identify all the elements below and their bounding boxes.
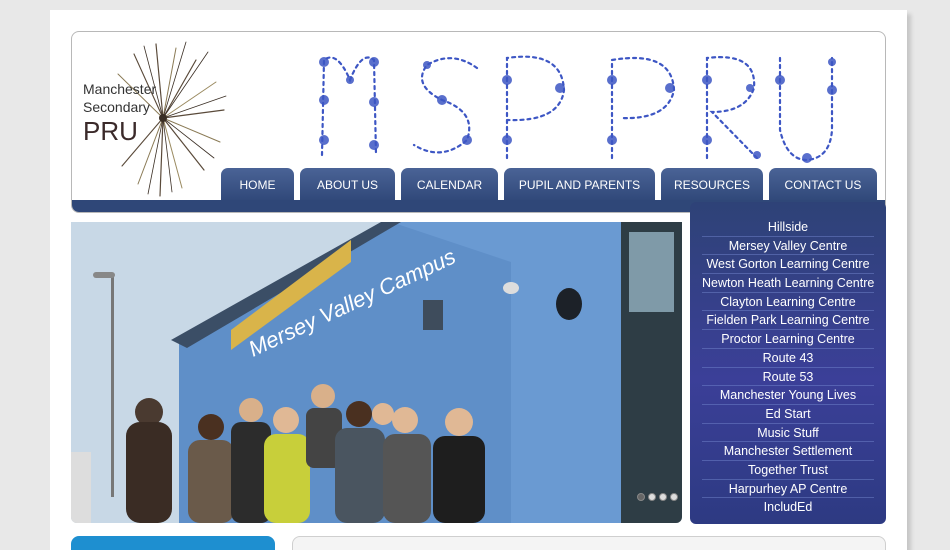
- sidebar-item-music-stuff[interactable]: Music Stuff: [702, 424, 874, 443]
- sidebar-item-manchester-settlement[interactable]: Manchester Settlement: [702, 442, 874, 461]
- sidebar-item-route-53[interactable]: Route 53: [702, 368, 874, 387]
- nav-home[interactable]: HOME: [221, 168, 294, 202]
- site-logo[interactable]: Manchester Secondary PRU: [78, 38, 228, 198]
- sidebar-item-mersey-valley[interactable]: Mersey Valley Centre: [702, 237, 874, 256]
- sidebar-item-together-trust[interactable]: Together Trust: [702, 461, 874, 480]
- sidebar-item-hillside[interactable]: Hillside: [702, 218, 874, 237]
- bottom-left-panel: [71, 536, 275, 550]
- logo-text-pru: PRU: [83, 116, 138, 146]
- nav-resources[interactable]: RESOURCES: [661, 168, 763, 202]
- logo-text-secondary: Secondary: [83, 99, 150, 115]
- sidebar-item-newton-heath[interactable]: Newton Heath Learning Centre: [702, 274, 874, 293]
- centres-sidebar: Hillside Mersey Valley Centre West Gorto…: [690, 202, 886, 524]
- nav-contact-us[interactable]: CONTACT US: [769, 168, 877, 202]
- banner-doodle-title: [302, 40, 842, 165]
- slide-dot-2[interactable]: [648, 493, 656, 501]
- logo-text-manchester: Manchester: [83, 81, 157, 97]
- sidebar-item-included[interactable]: IncludEd: [702, 498, 874, 517]
- doodle-letters-graphic: [319, 55, 837, 163]
- hero-photo: Mersey Valley Campus: [71, 222, 682, 523]
- sidebar-item-ed-start[interactable]: Ed Start: [702, 405, 874, 424]
- slide-dot-1[interactable]: [637, 493, 645, 501]
- sidebar-item-route-43[interactable]: Route 43: [702, 349, 874, 368]
- slide-dot-4[interactable]: [670, 493, 678, 501]
- sidebar-item-proctor[interactable]: Proctor Learning Centre: [702, 330, 874, 349]
- hero-slideshow[interactable]: Mersey Valley Campus: [71, 222, 682, 523]
- sidebar-item-clayton[interactable]: Clayton Learning Centre: [702, 293, 874, 312]
- sidebar-item-west-gorton[interactable]: West Gorton Learning Centre: [702, 255, 874, 275]
- sidebar-item-fielden-park[interactable]: Fielden Park Learning Centre: [702, 311, 874, 331]
- sidebar-item-manchester-young-lives[interactable]: Manchester Young Lives: [702, 386, 874, 405]
- page-container: Manchester Secondary PRU HOME ABOUT US C…: [50, 10, 907, 550]
- site-header: Manchester Secondary PRU HOME ABOUT US C…: [71, 31, 886, 213]
- nav-pupil-and-parents[interactable]: PUPIL AND PARENTS: [504, 168, 655, 202]
- nav-about-us[interactable]: ABOUT US: [300, 168, 395, 202]
- slide-dot-3[interactable]: [659, 493, 667, 501]
- slideshow-pager: [637, 493, 678, 501]
- nav-calendar[interactable]: CALENDAR: [401, 168, 498, 202]
- sidebar-item-harpurhey[interactable]: Harpurhey AP Centre: [702, 480, 874, 499]
- bottom-right-panel: [292, 536, 886, 550]
